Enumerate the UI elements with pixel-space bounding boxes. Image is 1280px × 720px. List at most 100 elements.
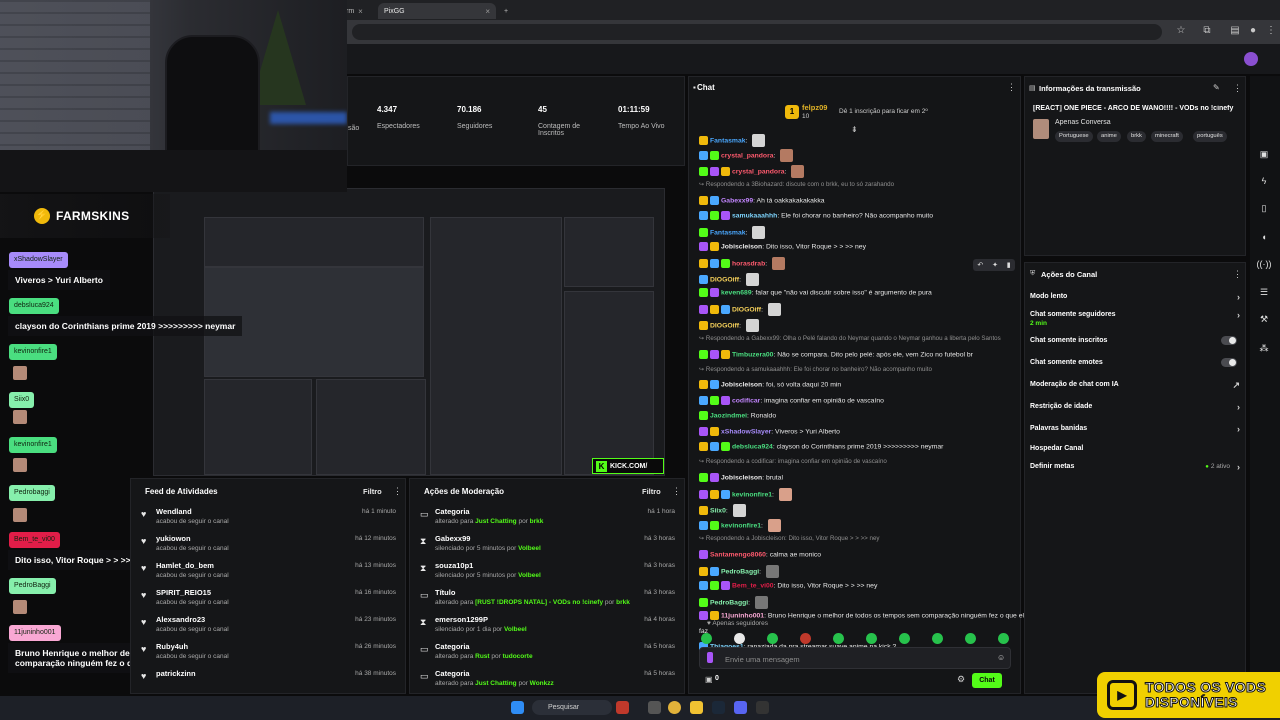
emote-icon[interactable] — [899, 633, 910, 644]
tag-chip[interactable]: português — [1193, 131, 1227, 142]
feed-filter-button[interactable]: Filtro — [363, 487, 382, 496]
channel-action-item[interactable]: Moderação de chat com IA ↗ — [1030, 380, 1240, 390]
chat-username[interactable]: Gabexx99 — [721, 197, 753, 204]
reply-icon[interactable]: ↶ — [977, 261, 983, 269]
emote-icon[interactable] — [767, 633, 778, 644]
moderation-by[interactable]: Volbeel — [504, 626, 527, 633]
steam-icon[interactable] — [712, 701, 725, 714]
chat-username[interactable]: Fantasmak — [710, 230, 746, 237]
more-icon[interactable]: ⋮ — [393, 486, 402, 497]
discord-icon[interactable] — [734, 701, 747, 714]
more-icon[interactable]: ⋮ — [1233, 83, 1242, 94]
tag-chip[interactable]: minecraft — [1151, 131, 1183, 142]
emoji-icon[interactable]: ☺ — [997, 653, 1005, 662]
taskbar-app-icon[interactable] — [648, 701, 661, 714]
chat-username[interactable]: horasdrab — [732, 260, 765, 267]
tag-chip[interactable]: Portuguese — [1055, 131, 1093, 142]
emote-icon[interactable] — [866, 633, 877, 644]
channel-action-item[interactable]: Restrição de idade › — [1030, 402, 1240, 412]
emote-icon[interactable] — [965, 633, 976, 644]
moderation-by[interactable]: Volbeel — [518, 572, 541, 579]
moderation-by[interactable]: Volbeel — [518, 545, 541, 552]
chat-username[interactable]: kevinonfire1 — [732, 491, 772, 498]
chat-username[interactable]: Siix0 — [710, 507, 726, 514]
moderation-by[interactable]: brkk — [616, 599, 630, 606]
pin-icon[interactable]: ✦ — [992, 261, 998, 269]
chat-username[interactable]: DIOGOiff — [710, 276, 739, 283]
chat-username[interactable]: Timbuzera00 — [732, 351, 773, 358]
moderation-by[interactable]: brkk — [530, 518, 544, 525]
channel-action-item[interactable]: Chat somente inscritos — [1030, 336, 1240, 345]
trash-icon[interactable]: ▮ — [1007, 261, 1011, 269]
extensions-icon[interactable]: ⧉ — [1200, 24, 1214, 38]
chat-username[interactable]: PedroBaggi — [721, 568, 759, 575]
menu-icon[interactable]: ⋮ — [1264, 24, 1278, 38]
chat-username[interactable]: xShadowSlayer — [721, 428, 771, 435]
moderation-by[interactable]: Wonkzz — [530, 680, 554, 687]
more-icon[interactable]: ⋮ — [672, 486, 681, 497]
taskbar-search[interactable]: Pesquisar — [532, 700, 612, 715]
close-icon[interactable]: × — [485, 7, 490, 16]
moderation-filter-button[interactable]: Filtro — [642, 487, 661, 496]
chat-username[interactable]: crystal_pandora — [721, 153, 774, 160]
lightning-icon[interactable]: ϟ — [1256, 173, 1272, 189]
avatar[interactable] — [1244, 52, 1258, 66]
chat-username[interactable]: Santamengo8060 — [710, 551, 766, 558]
toggle-switch[interactable] — [1221, 336, 1237, 345]
channel-action-item[interactable]: Definir metas › 2 ativo — [1030, 462, 1240, 472]
folder-icon[interactable] — [690, 701, 703, 714]
chevron-down-icon[interactable]: ⇟ — [851, 125, 858, 134]
windows-start-icon[interactable] — [511, 701, 524, 714]
pinned-user[interactable]: felpz09 — [802, 103, 827, 112]
channel-action-item[interactable]: Modo lento › — [1030, 292, 1240, 302]
gear-icon[interactable]: ⚙ — [957, 674, 965, 685]
chat-username[interactable]: crystal_pandora — [732, 168, 785, 175]
chat-username[interactable]: 11juninho001 — [721, 613, 764, 620]
profile-icon[interactable]: ● — [1246, 24, 1260, 38]
gift-icon[interactable]: ▣ — [705, 675, 713, 684]
list-icon[interactable]: ☰ — [1256, 284, 1272, 300]
chat-username[interactable]: Bem_te_vi00 — [732, 582, 774, 589]
close-icon[interactable]: × — [358, 7, 363, 16]
file-icon[interactable]: ▯ — [1256, 200, 1272, 216]
taskbar-app-icon[interactable] — [616, 701, 629, 714]
star-icon[interactable]: ☆ — [1174, 24, 1188, 38]
toggle-switch[interactable] — [1221, 358, 1237, 367]
moderation-by[interactable]: tudocorte — [503, 653, 533, 660]
chat-username[interactable]: codificar — [732, 397, 760, 404]
video-icon[interactable]: ▣ — [1256, 146, 1272, 162]
tag-chip[interactable]: anime — [1097, 131, 1121, 142]
chrome-icon[interactable] — [668, 701, 681, 714]
emote-icon[interactable] — [833, 633, 844, 644]
chat-username[interactable]: Jobiscleison — [721, 474, 762, 481]
apps-icon[interactable]: ⁂ — [1256, 340, 1272, 356]
chat-username[interactable]: debsluca924 — [732, 443, 773, 450]
edit-icon[interactable]: ✎ — [1213, 83, 1220, 92]
new-tab-button[interactable]: + — [498, 3, 514, 19]
more-icon[interactable]: ⋮ — [1233, 269, 1242, 280]
url-field[interactable] — [352, 24, 1162, 40]
emote-icon[interactable] — [800, 633, 811, 644]
emote-icon[interactable] — [701, 633, 712, 644]
emote-icon[interactable] — [734, 633, 745, 644]
emote-icon[interactable] — [932, 633, 943, 644]
chat-username[interactable]: DIOGOiff — [710, 322, 739, 329]
cast-icon[interactable]: ▤ — [1228, 24, 1242, 38]
channel-action-item[interactable]: Chat somente seguidores 2 min › — [1030, 310, 1240, 327]
tag-chip[interactable]: brkk — [1127, 131, 1146, 142]
chat-username[interactable]: DIOGOiff — [732, 307, 761, 314]
chat-username[interactable]: Jobiscleison — [721, 243, 762, 250]
send-button[interactable]: Chat — [972, 673, 1002, 688]
channel-action-item[interactable]: Hospedar Canal — [1030, 445, 1240, 452]
chat-bubble-icon[interactable]: ◖ — [1256, 229, 1272, 245]
chat-username[interactable]: Jobiscleison — [721, 382, 762, 389]
chat-username[interactable]: kevinonfire1 — [721, 522, 761, 529]
chat-username[interactable]: samukaaahhh — [732, 212, 777, 219]
browser-tab-active[interactable]: PixGG × — [378, 3, 496, 19]
emote-icon[interactable] — [998, 633, 1009, 644]
wrench-icon[interactable]: ⚒ — [1256, 311, 1272, 327]
chat-username[interactable]: Fantasmak — [710, 137, 746, 144]
taskbar-app-icon[interactable] — [756, 701, 769, 714]
broadcast-icon[interactable]: ((·)) — [1256, 256, 1272, 272]
chat-username[interactable]: keven689 — [721, 289, 752, 296]
